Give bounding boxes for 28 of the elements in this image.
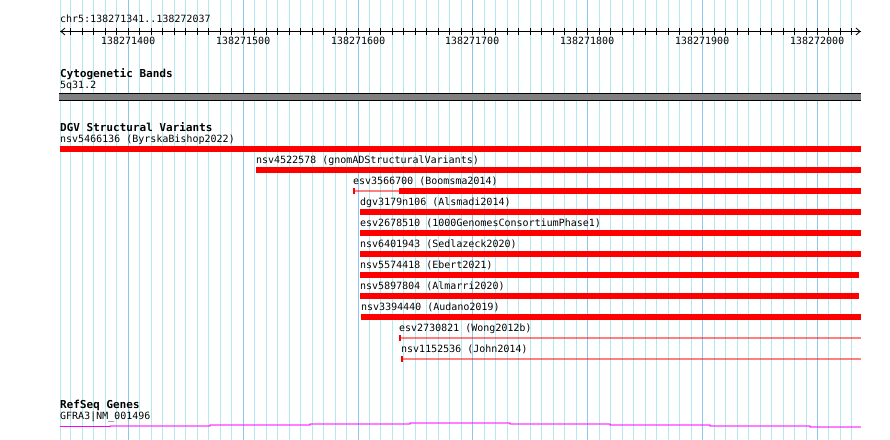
track-title: Cytogenetic Bands <box>60 68 173 80</box>
gene-label: GFRA3|NM_001496 <box>60 411 150 423</box>
band-label: 5q31.2 <box>60 80 96 92</box>
variant-label: nsv4522578 (gnomADStructuralVariants) <box>256 155 479 167</box>
variant-label: nsv5897804 (Almarri2020) <box>360 281 504 293</box>
variant-label: nsv3394440 (Audano2019) <box>361 302 500 314</box>
tick-label: 138271600 <box>330 36 386 48</box>
variant-label: esv2678510 (1000GenomesConsortiumPhase1) <box>360 218 601 230</box>
variant-label: dgv3179n106 (Alsmadi2014) <box>360 197 511 209</box>
tick-label: 138271900 <box>674 36 730 48</box>
variant-label: nsv6401943 (Sedlazeck2020) <box>360 239 517 251</box>
tick-label: 138272000 <box>790 36 844 48</box>
variant-line[interactable] <box>399 334 861 342</box>
variant-label: esv2730821 (Wong2012b) <box>399 323 532 335</box>
variant-line[interactable] <box>401 355 861 363</box>
track-title: RefSeq Genes <box>60 399 140 411</box>
variant-label: nsv5574418 (Ebert2021) <box>360 260 492 272</box>
variant-label: esv3566700 (Boomsma2014) <box>353 176 498 188</box>
track-title: DGV Structural Variants <box>60 122 212 134</box>
variant-label: nsv1152536 (John2014) <box>401 344 528 356</box>
tick-label: 138271700 <box>444 36 500 48</box>
variant-bar[interactable] <box>353 187 861 195</box>
tick-label: 138271500 <box>216 36 270 48</box>
gene-line[interactable] <box>60 422 861 428</box>
tick-label: 138271400 <box>100 36 156 48</box>
tick-label: 138271800 <box>560 36 614 48</box>
variant-label: nsv5466136 (ByrskaBishop2022) <box>60 134 235 146</box>
location-label: chr5:138271341..138272037 <box>60 14 211 26</box>
